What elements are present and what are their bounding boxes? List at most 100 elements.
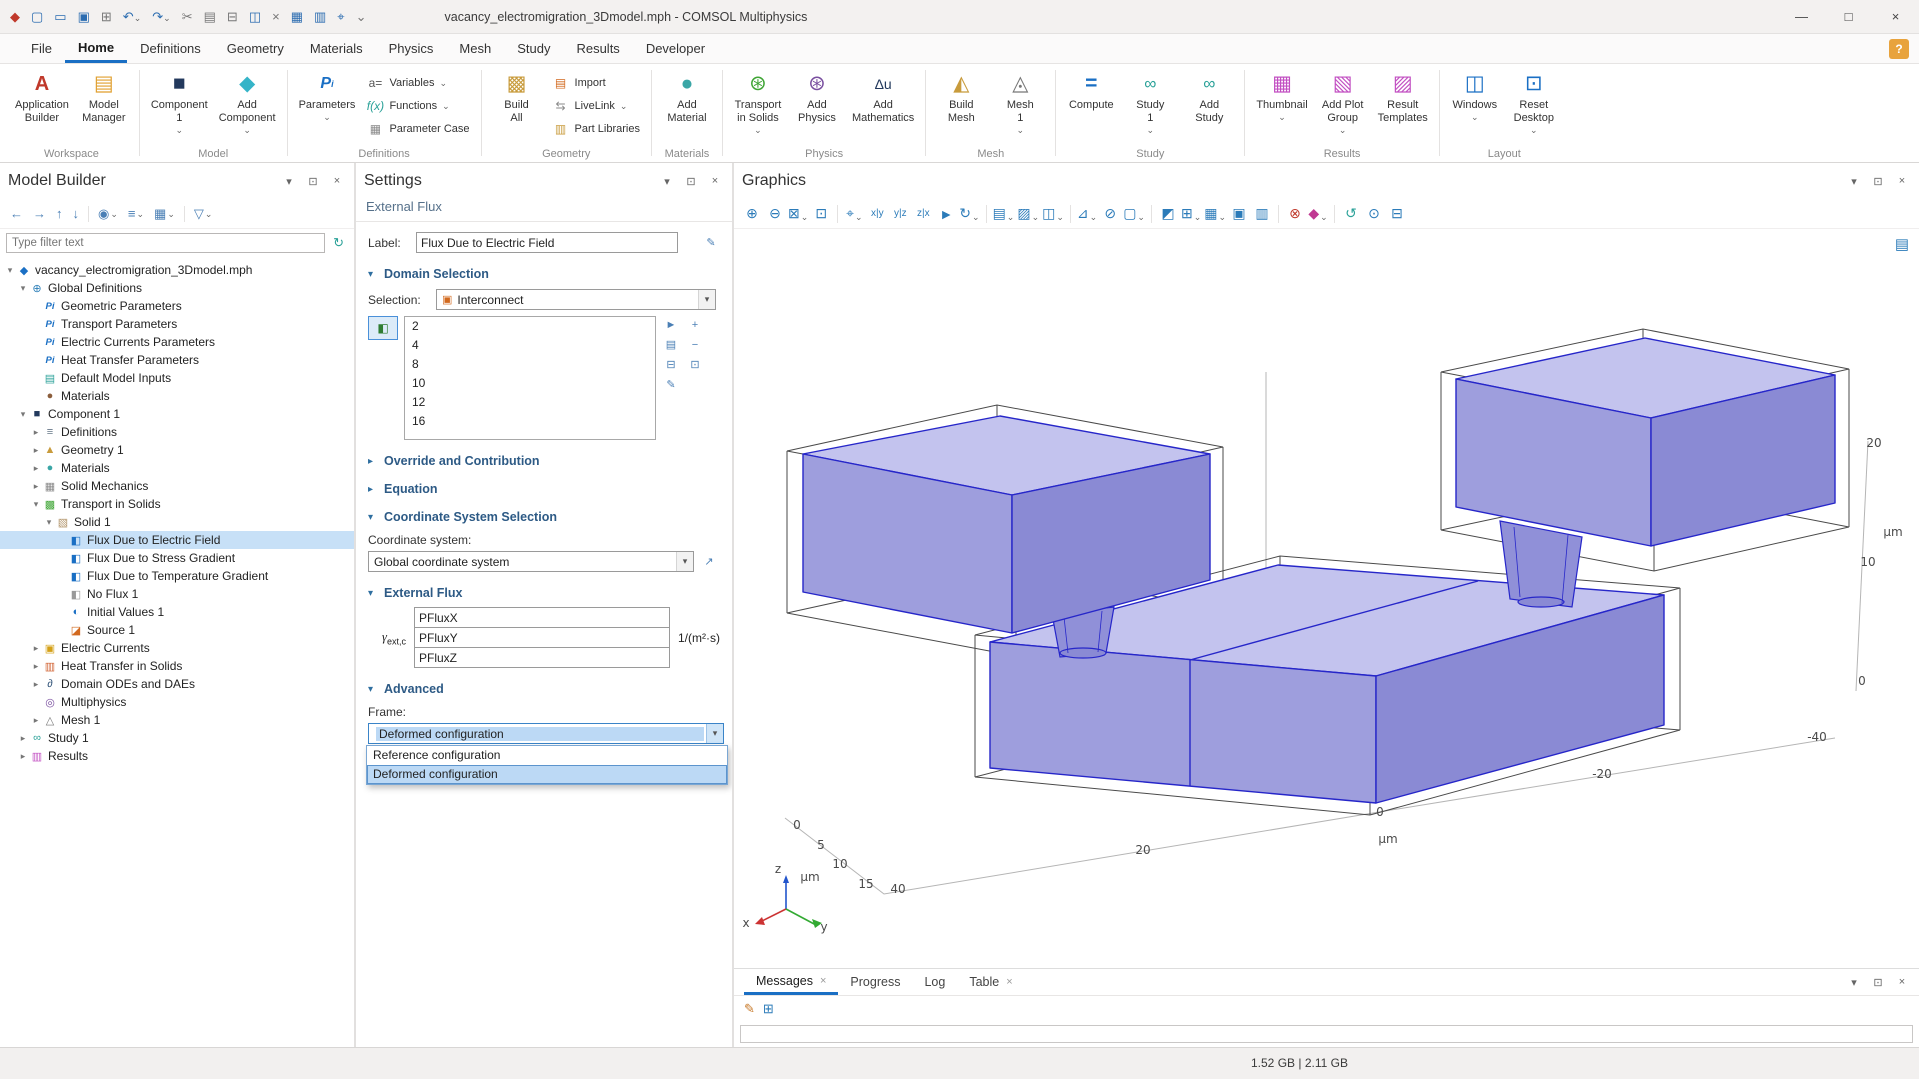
flux-z-input[interactable] <box>414 647 670 668</box>
variables-button[interactable]: a= Variables ⌄ <box>362 72 473 93</box>
tree-item-initial-values-1[interactable]: ◐Initial Values 1 <box>0 603 354 621</box>
tree-item-results[interactable]: ▸▥Results <box>0 747 354 765</box>
windows-button[interactable]: ◫ Windows ⌄ <box>1447 69 1503 136</box>
view-zx-plane-icon[interactable]: z|x <box>913 203 933 225</box>
tree-right-arrow-icon[interactable]: ▸ <box>17 751 29 762</box>
selection-list-item[interactable]: 16 <box>405 412 655 431</box>
activate-selection-icon[interactable]: ► <box>662 316 680 333</box>
study-1-button[interactable]: ∞ Study 1 ⌄ <box>1122 69 1178 136</box>
help-icon[interactable]: ? <box>1889 39 1909 59</box>
tab-messages[interactable]: Messages × <box>744 969 838 995</box>
parameter-case-button[interactable]: ▦ Parameter Case <box>362 118 473 139</box>
copy-icon[interactable]: ▤ <box>204 9 216 25</box>
tree-item-flux-due-to-electric-field[interactable]: ◧Flux Due to Electric Field <box>0 531 354 549</box>
show-color-legend-icon[interactable]: ▥ <box>1252 203 1272 225</box>
section-override-and-contribution[interactable]: ▸ Override and Contribution <box>368 454 720 468</box>
add-mathematics-button[interactable]: Δu Add Mathematics <box>848 69 918 136</box>
paste-selection-icon[interactable]: ⊟ <box>662 356 680 373</box>
result-templates-button[interactable]: ▨ Result Templates <box>1374 69 1432 136</box>
tree-right-arrow-icon[interactable]: ▸ <box>30 679 42 690</box>
move-down-button[interactable]: ↓ <box>69 204 84 223</box>
deselect-icon[interactable]: ⊘ <box>1100 203 1120 225</box>
panel-float-icon[interactable]: ⊡ <box>1869 973 1887 991</box>
tree-item-multiphysics[interactable]: ◎Multiphysics <box>0 693 354 711</box>
minimize-button[interactable]: — <box>1778 0 1825 33</box>
selection-list-item[interactable]: 12 <box>405 393 655 412</box>
flux-y-input[interactable] <box>414 627 670 648</box>
via-right[interactable] <box>1500 521 1582 607</box>
tree-down-arrow-icon[interactable]: ▾ <box>43 517 55 528</box>
tree-down-arrow-icon[interactable]: ▾ <box>17 409 29 420</box>
tree-item-solid-mechanics[interactable]: ▸▦Solid Mechanics <box>0 477 354 495</box>
go-to-view-icon[interactable]: ► <box>936 203 956 225</box>
top-right-block[interactable] <box>1456 338 1835 546</box>
frame-combobox[interactable]: Deformed configuration ▾ <box>368 723 724 744</box>
section-advanced[interactable]: ▾ Advanced <box>368 682 720 696</box>
mesh-1-button[interactable]: ◬ Mesh 1 ⌄ <box>992 69 1048 136</box>
save-as-icon[interactable]: ⊞ <box>101 9 112 25</box>
menu-definitions[interactable]: Definitions <box>127 34 214 63</box>
zoom-to-selection-icon[interactable]: ⊡ <box>811 203 831 225</box>
close-tab-icon[interactable]: × <box>1006 976 1012 988</box>
rotate-view-icon[interactable]: ↻⌄ <box>959 203 979 225</box>
model-manager-button[interactable]: ▤ Model Manager <box>76 69 132 127</box>
panel-menu-icon[interactable]: ▾ <box>280 172 298 190</box>
tree-right-arrow-icon[interactable]: ▸ <box>30 481 42 492</box>
toolbar-options-caret-icon[interactable]: ⌄ <box>356 9 367 25</box>
tree-item-flux-due-to-temperature-gradient[interactable]: ◧Flux Due to Temperature Gradient <box>0 567 354 585</box>
print-icon[interactable]: ⊟ <box>1387 203 1407 225</box>
tree-item-source-1[interactable]: ◪Source 1 <box>0 621 354 639</box>
clear-messages-icon[interactable]: ✎ <box>744 1001 755 1017</box>
zoom-out-icon[interactable]: ⊖ <box>765 203 785 225</box>
duplicate-icon[interactable]: ◫ <box>249 9 261 25</box>
panel-menu-icon[interactable]: ▾ <box>1845 172 1863 190</box>
tree-item-heat-transfer-parameters[interactable]: PiHeat Transfer Parameters <box>0 351 354 369</box>
color-scheme-icon[interactable]: ▨⌄ <box>1017 203 1039 225</box>
tree-item-heat-transfer-in-solids[interactable]: ▸▥Heat Transfer in Solids <box>0 657 354 675</box>
part-libraries-button[interactable]: ▥ Part Libraries <box>548 118 644 139</box>
show-options-button[interactable]: ◉⌄ <box>94 204 122 224</box>
panel-close-icon[interactable]: × <box>328 172 346 190</box>
tree-item-geometry-1[interactable]: ▸▲Geometry 1 <box>0 441 354 459</box>
close-button[interactable]: × <box>1872 0 1919 33</box>
tree-right-arrow-icon[interactable]: ▸ <box>30 463 42 474</box>
save-icon[interactable]: ▣ <box>78 9 90 25</box>
tree-down-arrow-icon[interactable]: ▾ <box>4 265 16 276</box>
tree-right-arrow-icon[interactable]: ▸ <box>30 427 42 438</box>
panel-menu-icon[interactable]: ▾ <box>1845 973 1863 991</box>
label-input[interactable] <box>416 232 678 253</box>
tab-progress[interactable]: Progress <box>838 969 912 995</box>
paste-icon[interactable]: ⊟ <box>227 9 238 25</box>
tree-item-component-1[interactable]: ▾■Component 1 <box>0 405 354 423</box>
tree-item-solid-1[interactable]: ▾▧Solid 1 <box>0 513 354 531</box>
coordinate-system-combobox[interactable]: Global coordinate system ▾ <box>368 551 694 572</box>
move-up-button[interactable]: ↑ <box>52 204 67 223</box>
transparency-icon[interactable]: ◩ <box>1158 203 1178 225</box>
messages-content[interactable] <box>740 1025 1913 1043</box>
section-coordinate-system[interactable]: ▾ Coordinate System Selection <box>368 510 720 524</box>
add-plot-group-button[interactable]: ▧ Add Plot Group ⌄ <box>1315 69 1371 136</box>
zoom-extents-icon[interactable]: ⊠⌄ <box>788 203 808 225</box>
undo-icon[interactable]: ↶⌄ <box>123 9 141 25</box>
snapshot-icon[interactable]: ⊙ <box>1364 203 1384 225</box>
tree-item-domain-odes-and-daes[interactable]: ▸∂Domain ODEs and DAEs <box>0 675 354 693</box>
remove-from-selection-icon[interactable]: − <box>686 336 704 353</box>
tree-item-study-1[interactable]: ▸∞Study 1 <box>0 729 354 747</box>
search-icon[interactable]: ⌖ <box>337 9 344 25</box>
cut-icon[interactable]: ✂ <box>182 9 193 25</box>
edit-selection-icon[interactable]: ✎ <box>662 376 680 393</box>
add-to-selection-icon[interactable]: + <box>686 316 704 333</box>
menu-results[interactable]: Results <box>563 34 632 63</box>
clear-plot-icon[interactable]: ⊗ <box>1285 203 1305 225</box>
tree-right-arrow-icon[interactable]: ▸ <box>30 715 42 726</box>
tab-log[interactable]: Log <box>912 969 957 995</box>
add-physics-button[interactable]: ⊛ Add Physics <box>789 69 845 136</box>
menu-geometry[interactable]: Geometry <box>214 34 297 63</box>
import-button[interactable]: ▤ Import <box>548 72 644 93</box>
panel-close-icon[interactable]: × <box>706 172 724 190</box>
active-selection-toggle[interactable]: ◧ <box>368 316 398 340</box>
menu-home[interactable]: Home <box>65 34 127 63</box>
tree-right-arrow-icon[interactable]: ▸ <box>30 445 42 456</box>
tree-right-arrow-icon[interactable]: ▸ <box>30 661 42 672</box>
refresh-filter-icon[interactable]: ↻ <box>329 233 348 253</box>
